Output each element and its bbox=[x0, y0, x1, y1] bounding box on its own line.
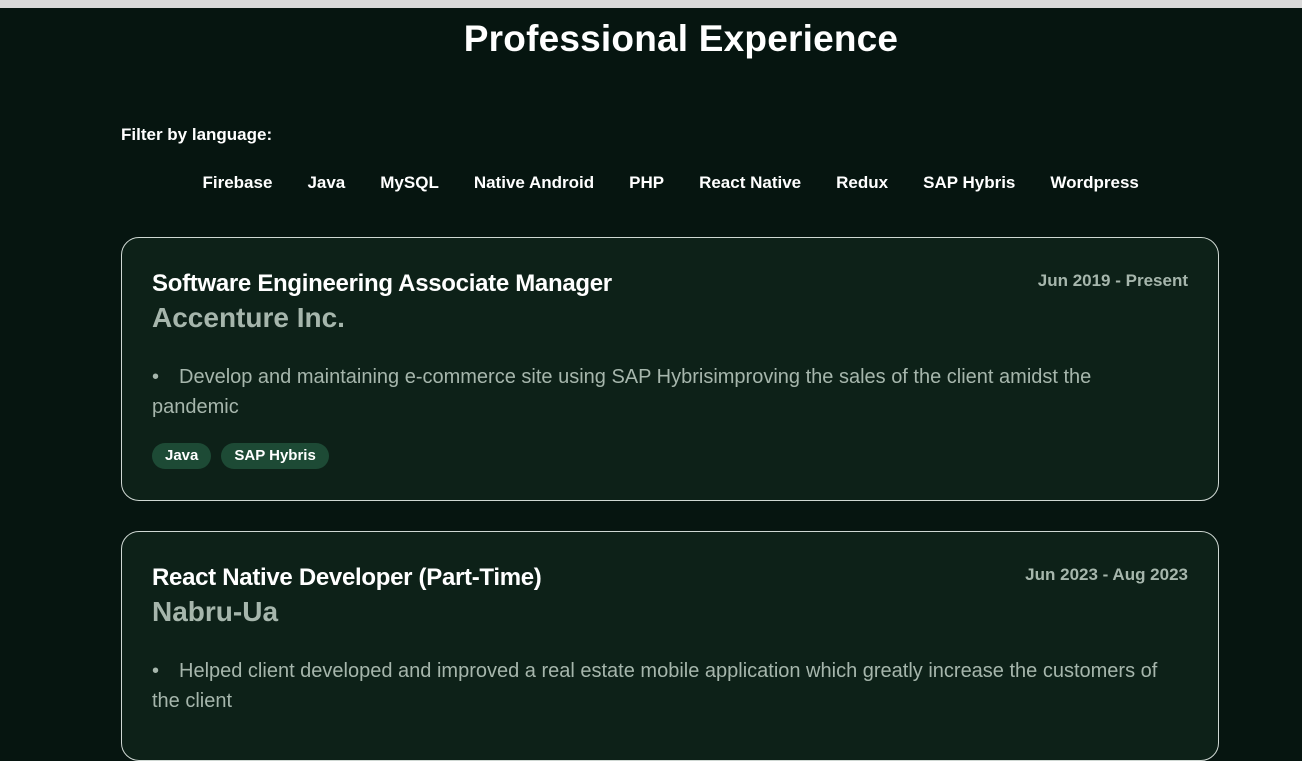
page-title: Professional Experience bbox=[463, 18, 899, 59]
filter-redux-button[interactable]: Redux bbox=[819, 171, 906, 195]
filter-wordpress-button[interactable]: Wordpress bbox=[1033, 171, 1157, 195]
filter-sap-hybris-button[interactable]: SAP Hybris bbox=[906, 171, 1033, 195]
bullet-icon: • bbox=[152, 366, 160, 388]
filter-php-button[interactable]: PHP bbox=[612, 171, 682, 195]
employment-dates: Jun 2019 - Present bbox=[1037, 271, 1188, 290]
responsibility-list: • Develop and maintaining e-commerce site… bbox=[152, 362, 1172, 422]
responsibility-item: • Develop and maintaining e-commerce site… bbox=[152, 362, 1172, 422]
responsibility-text: Develop and maintaining e-commerce site … bbox=[152, 366, 1092, 418]
filter-java-button[interactable]: Java bbox=[290, 171, 363, 195]
responsibility-text: Helped client developed and improved a r… bbox=[152, 660, 1158, 712]
experience-card: Software Engineering Associate Manager A… bbox=[121, 237, 1219, 501]
filter-label: Filter by language: bbox=[121, 125, 273, 144]
filter-firebase-button[interactable]: Firebase bbox=[185, 171, 290, 195]
responsibility-list: • Helped client developed and improved a … bbox=[152, 656, 1172, 716]
language-filter-bar: Firebase Java MySQL Native Android PHP R… bbox=[185, 171, 1185, 195]
company-name: Nabru-Ua bbox=[152, 596, 279, 627]
skill-tags: Java SAP Hybris bbox=[152, 443, 329, 469]
employment-dates: Jun 2023 - Aug 2023 bbox=[1025, 565, 1188, 584]
filter-native-android-button[interactable]: Native Android bbox=[456, 171, 611, 195]
experience-section: Professional Experience Filter by langua… bbox=[0, 8, 1302, 761]
job-title: React Native Developer (Part-Time) bbox=[152, 564, 542, 591]
skill-tag: SAP Hybris bbox=[221, 443, 329, 469]
bullet-icon: • bbox=[152, 660, 160, 682]
skill-tag: Java bbox=[152, 443, 212, 469]
filter-mysql-button[interactable]: MySQL bbox=[363, 171, 457, 195]
job-title: Software Engineering Associate Manager bbox=[152, 270, 612, 297]
browser-top-strip bbox=[0, 0, 1302, 8]
filter-react-native-button[interactable]: React Native bbox=[682, 171, 819, 195]
company-name: Accenture Inc. bbox=[152, 302, 345, 333]
responsibility-item: • Helped client developed and improved a … bbox=[152, 656, 1172, 716]
